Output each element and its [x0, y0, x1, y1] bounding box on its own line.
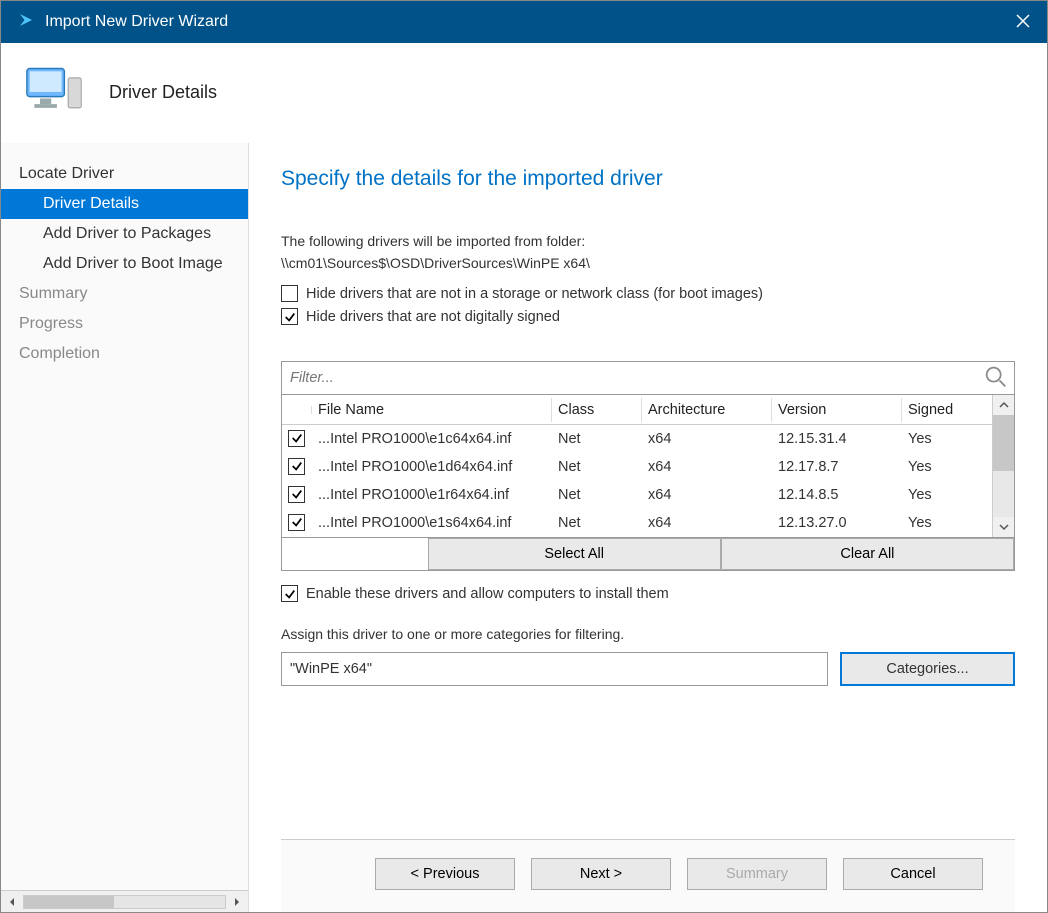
cell-architecture: x64	[642, 485, 772, 505]
cell-class: Net	[552, 513, 642, 533]
sidebar-item-locate-driver[interactable]: Locate Driver	[1, 159, 248, 189]
cell-file-name: ...Intel PRO1000\e1d64x64.inf	[312, 457, 552, 477]
table-row[interactable]: ...Intel PRO1000\e1r64x64.infNetx6412.14…	[282, 481, 992, 509]
cell-signed: Yes	[902, 513, 992, 533]
scrollbar-thumb[interactable]	[993, 415, 1014, 471]
page-title: Driver Details	[109, 82, 217, 103]
filter-input[interactable]	[282, 366, 982, 390]
search-icon[interactable]	[982, 363, 1014, 394]
cell-file-name: ...Intel PRO1000\e1r64x64.inf	[312, 485, 552, 505]
cell-file-name: ...Intel PRO1000\e1c64x64.inf	[312, 429, 552, 449]
col-file-name[interactable]: File Name	[312, 398, 552, 422]
sidebar-item-add-driver-to-packages[interactable]: Add Driver to Packages	[1, 219, 248, 249]
wizard-steps-sidebar: Locate DriverDriver DetailsAdd Driver to…	[1, 143, 249, 912]
table-row[interactable]: ...Intel PRO1000\e1d64x64.infNetx6412.17…	[282, 453, 992, 481]
close-icon[interactable]	[1015, 13, 1031, 32]
wizard-footer: < Previous Next > Summary Cancel	[281, 839, 1015, 912]
cell-signed: Yes	[902, 485, 992, 505]
cancel-button[interactable]: Cancel	[843, 858, 983, 890]
intro-text: The following drivers will be imported f…	[281, 233, 1015, 249]
col-architecture[interactable]: Architecture	[642, 398, 772, 422]
cell-version: 12.14.8.5	[772, 485, 902, 505]
row-checkbox[interactable]	[288, 486, 305, 503]
cell-architecture: x64	[642, 513, 772, 533]
hide-unsigned-label: Hide drivers that are not digitally sign…	[306, 309, 560, 325]
table-header: File Name Class Architecture Version Sig…	[282, 395, 992, 425]
col-version[interactable]: Version	[772, 398, 902, 422]
scroll-up-icon[interactable]	[993, 395, 1014, 415]
cell-version: 12.17.8.7	[772, 457, 902, 477]
row-checkbox[interactable]	[288, 430, 305, 447]
scroll-down-icon[interactable]	[993, 517, 1014, 537]
sidebar-item-summary: Summary	[1, 279, 248, 309]
row-checkbox[interactable]	[288, 458, 305, 475]
cell-file-name: ...Intel PRO1000\e1s64x64.inf	[312, 513, 552, 533]
sidebar-item-completion: Completion	[1, 339, 248, 369]
enable-drivers-checkbox[interactable]	[281, 585, 298, 602]
assign-categories-label: Assign this driver to one or more catego…	[281, 626, 1015, 642]
cell-version: 12.15.31.4	[772, 429, 902, 449]
table-row[interactable]: ...Intel PRO1000\e1s64x64.infNetx6412.13…	[282, 509, 992, 537]
categories-field: "WinPE x64"	[281, 652, 828, 686]
monitor-icon	[25, 64, 85, 121]
cell-architecture: x64	[642, 457, 772, 477]
drivers-table: File Name Class Architecture Version Sig…	[281, 395, 1015, 571]
cell-version: 12.13.27.0	[772, 513, 902, 533]
sidebar-item-driver-details[interactable]: Driver Details	[1, 189, 248, 219]
table-row[interactable]: ...Intel PRO1000\e1c64x64.infNetx6412.15…	[282, 425, 992, 453]
previous-button[interactable]: < Previous	[375, 858, 515, 890]
cell-class: Net	[552, 457, 642, 477]
hide-non-storage-checkbox[interactable]	[281, 285, 298, 302]
main-panel: Specify the details for the imported dri…	[249, 143, 1047, 912]
cell-signed: Yes	[902, 429, 992, 449]
main-heading: Specify the details for the imported dri…	[281, 167, 1015, 191]
wizard-arrow-icon	[17, 11, 35, 34]
window-title: Import New Driver Wizard	[45, 13, 228, 31]
wizard-header: Driver Details	[1, 43, 1047, 143]
select-all-button[interactable]: Select All	[428, 538, 721, 570]
cell-class: Net	[552, 485, 642, 505]
hide-unsigned-checkbox[interactable]	[281, 308, 298, 325]
scroll-right-icon[interactable]	[232, 897, 242, 907]
hide-non-storage-label: Hide drivers that are not in a storage o…	[306, 286, 763, 302]
col-class[interactable]: Class	[552, 398, 642, 422]
clear-all-button[interactable]: Clear All	[721, 538, 1014, 570]
titlebar: Import New Driver Wizard	[1, 1, 1047, 43]
scroll-left-icon[interactable]	[7, 897, 17, 907]
sidebar-horizontal-scrollbar[interactable]	[1, 890, 248, 912]
folder-path: \\cm01\Sources$\OSD\DriverSources\WinPE …	[281, 255, 1015, 271]
col-signed[interactable]: Signed	[902, 398, 992, 422]
summary-button: Summary	[687, 858, 827, 890]
categories-button[interactable]: Categories...	[840, 652, 1015, 686]
sidebar-item-add-driver-to-boot-image[interactable]: Add Driver to Boot Image	[1, 249, 248, 279]
sidebar-item-progress: Progress	[1, 309, 248, 339]
next-button[interactable]: Next >	[531, 858, 671, 890]
scrollbar-thumb[interactable]	[24, 896, 114, 908]
cell-signed: Yes	[902, 457, 992, 477]
cell-class: Net	[552, 429, 642, 449]
enable-drivers-label: Enable these drivers and allow computers…	[306, 586, 669, 602]
row-checkbox[interactable]	[288, 514, 305, 531]
table-vertical-scrollbar[interactable]	[992, 395, 1014, 537]
cell-architecture: x64	[642, 429, 772, 449]
